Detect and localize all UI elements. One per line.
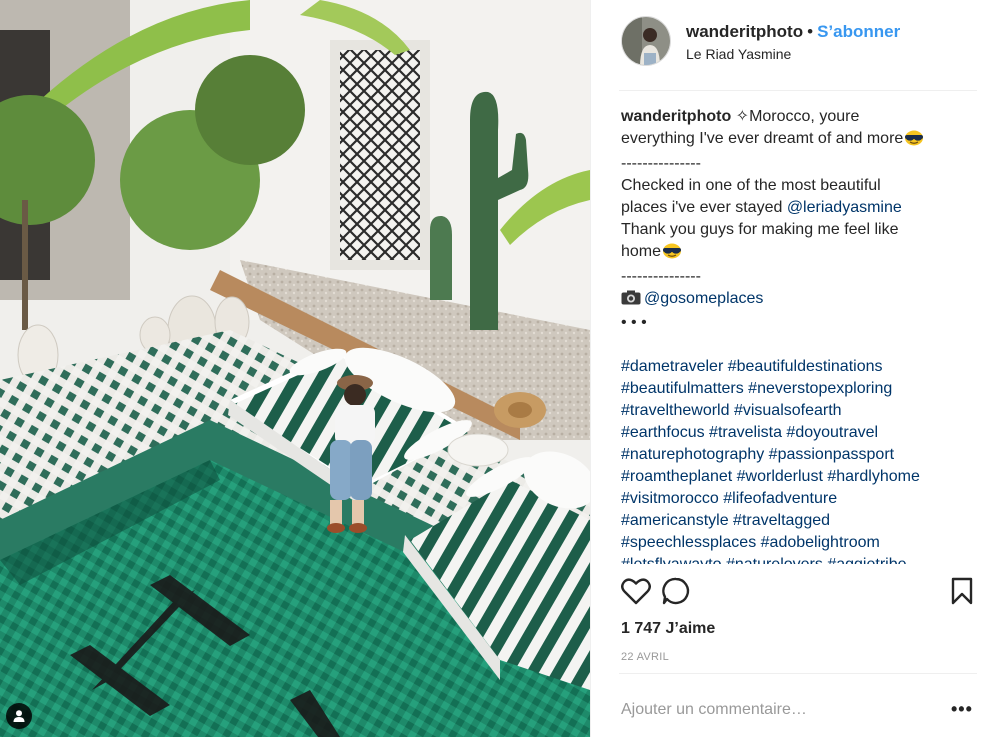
caption-line: everything I've ever dreamt of and more xyxy=(621,128,981,153)
hashtag-line[interactable]: #beautifulmatters #neverstopexploring xyxy=(621,378,981,400)
caption-username[interactable]: wanderitphoto xyxy=(621,108,731,125)
camera-icon xyxy=(621,290,641,312)
hashtag-line[interactable]: #americanstyle #traveltagged xyxy=(621,510,981,532)
hashtag-line[interactable]: #letsflyawayto #naturelovers #aggietribe xyxy=(621,554,981,564)
user-line: wanderitphoto • S’abonner xyxy=(686,22,900,42)
riad-courtyard-image xyxy=(0,0,590,737)
caption: wanderitphoto ✧Morocco, youre everything… xyxy=(621,106,981,564)
hashtag-line[interactable]: #roamtheplanet #worlderlust #hardlyhome xyxy=(621,466,981,488)
post-side-panel: wanderitphoto • S’abonner Le Riad Yasmine … xyxy=(590,0,989,737)
post-date[interactable]: 22 AVRIL xyxy=(621,651,669,663)
more-options-button[interactable]: ••• xyxy=(951,700,977,720)
caption-dots: • • • xyxy=(621,314,647,331)
caption-divider: --------------- xyxy=(621,268,701,285)
post-header: wanderitphoto • S’abonner Le Riad Yasmine xyxy=(591,0,989,90)
hashtag-line[interactable]: #naturephotography #passionpassport xyxy=(621,444,981,466)
mention-link[interactable]: @gosomeplaces xyxy=(644,290,763,307)
caption-line: Thank you guys for making me feel like xyxy=(621,221,899,238)
hashtag-line[interactable]: #earthfocus #travelista #doyoutravel xyxy=(621,422,981,444)
follow-button[interactable]: S’abonner xyxy=(817,22,900,41)
action-bar xyxy=(619,574,979,610)
mention-link[interactable]: @leriadyasmine xyxy=(787,199,902,216)
username-link[interactable]: wanderitphoto xyxy=(686,22,803,41)
hashtag-list: #dametraveler #beautifuldestinations #be… xyxy=(621,356,981,564)
location-link[interactable]: Le Riad Yasmine xyxy=(686,46,791,62)
caption-text: everything I've ever dreamt of and more xyxy=(621,130,904,147)
divider xyxy=(619,673,977,674)
comment-input[interactable] xyxy=(621,690,921,730)
sunglasses-emoji-icon xyxy=(904,130,924,153)
separator-dot: • xyxy=(807,22,814,41)
caption-line: wanderitphoto ✧Morocco, youre xyxy=(621,106,981,128)
caption-text: ✧Morocco, youre xyxy=(731,108,860,125)
hashtag-line[interactable]: #traveltheworld #visualsofearth xyxy=(621,400,981,422)
caption-text: home xyxy=(621,243,662,260)
heart-outline-icon[interactable] xyxy=(619,574,653,608)
sunglasses-emoji-icon xyxy=(662,243,682,266)
hashtag-line[interactable]: #dametraveler #beautifuldestinations xyxy=(621,356,981,378)
caption-line: Checked in one of the most beautiful xyxy=(621,177,881,194)
hashtag-line[interactable]: #visitmorocco #lifeofadventure xyxy=(621,488,981,510)
caption-divider: --------------- xyxy=(621,155,701,172)
post-photo[interactable] xyxy=(0,0,590,737)
bookmark-icon[interactable] xyxy=(945,574,979,608)
speech-bubble-icon[interactable] xyxy=(659,574,693,608)
caption-line: places i've ever stayed @leriadyasmine xyxy=(621,197,981,219)
caption-text: places i've ever stayed xyxy=(621,199,787,216)
caption-line: home xyxy=(621,241,981,266)
caption-line: @gosomeplaces xyxy=(621,288,981,312)
divider xyxy=(619,90,977,91)
likes-count[interactable]: 1 747 J’aime xyxy=(621,620,715,638)
person-tag-icon[interactable] xyxy=(6,703,32,729)
avatar[interactable] xyxy=(621,16,671,66)
hashtag-line[interactable]: #speechlessplaces #adobelightroom xyxy=(621,532,981,554)
